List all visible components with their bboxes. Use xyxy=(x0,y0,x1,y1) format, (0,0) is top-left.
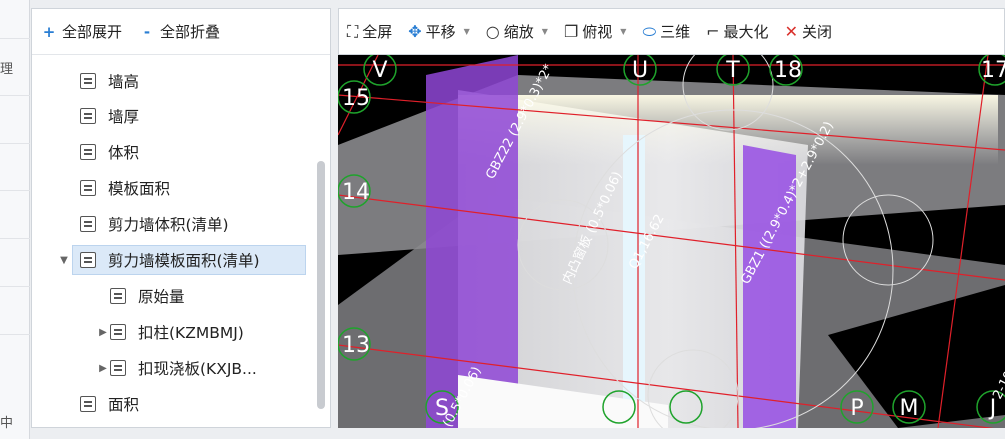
tree-item[interactable]: 原始量 xyxy=(110,281,185,311)
collapsed-arrow-icon[interactable]: ▶ xyxy=(96,327,110,338)
maximize-icon: ⌐ xyxy=(706,22,720,41)
tree-item[interactable]: ▶ 扣柱(KZMBMJ) xyxy=(99,317,244,347)
collapse-all-label: 全部折叠 xyxy=(160,23,221,41)
expanded-arrow-icon[interactable]: ▼ xyxy=(57,255,71,266)
tree-item-label: 墙厚 xyxy=(108,108,140,126)
tree-item[interactable]: 面积 xyxy=(80,389,139,419)
top-view-label: 俯视 xyxy=(582,23,613,41)
parent-window-fragment: 理 xyxy=(0,62,14,77)
fullscreen-label: 全屏 xyxy=(362,23,393,41)
document-icon xyxy=(80,73,96,89)
axis-label-left: 14 xyxy=(342,180,370,205)
axis-label-top: T xyxy=(725,58,740,83)
calculation-tree-panel: + 全部展开 - 全部折叠 墙高 墙厚 体积 模板面积 剪力墙体积(清单) ▼ … xyxy=(31,8,331,428)
document-icon xyxy=(110,288,126,304)
three-d-button[interactable]: ⬭ 三维 xyxy=(642,21,690,42)
tree-scrollbar[interactable] xyxy=(317,161,325,409)
axis-label-bottom: P xyxy=(850,396,863,421)
close-label: 关闭 xyxy=(801,23,832,41)
close-icon: ✕ xyxy=(784,22,798,41)
three-d-label: 三维 xyxy=(660,23,691,41)
tree-item[interactable]: 体积 xyxy=(80,137,139,167)
expand-all-button[interactable]: + 全部展开 xyxy=(42,21,122,42)
pan-move-icon: ✥ xyxy=(408,22,422,41)
chevron-down-icon[interactable]: ▼ xyxy=(620,27,626,36)
view-toolbar: ⛶ 全屏 ✥ 平移 ▼ ○ 缩放 ▼ ❐ 俯视 ▼ ⬭ 三维 ⌐ 最大化 ✕ 关… xyxy=(338,8,1005,55)
axis-label-bottom: J xyxy=(988,396,997,421)
document-icon xyxy=(80,396,96,412)
tree-item[interactable]: ▶ 扣现浇板(KXJB... xyxy=(99,353,257,383)
chevron-down-icon[interactable]: ▼ xyxy=(542,27,548,36)
maximize-label: 最大化 xyxy=(723,23,769,41)
zoom-button[interactable]: ○ 缩放 ▼ xyxy=(486,21,548,42)
document-icon xyxy=(80,216,96,232)
tree-list: 墙高 墙厚 体积 模板面积 剪力墙体积(清单) ▼ 剪力墙模板面积(清单) 原始… xyxy=(32,56,330,427)
close-view-button[interactable]: ✕ 关闭 xyxy=(785,21,832,42)
tree-toolbar: + 全部展开 - 全部折叠 xyxy=(32,9,330,55)
maximize-button[interactable]: ⌐ 最大化 xyxy=(706,21,768,42)
tree-item-selected[interactable]: ▼ 剪力墙模板面积(清单) xyxy=(60,245,306,275)
tree-item[interactable]: 剪力墙体积(清单) xyxy=(80,209,229,239)
pan-button[interactable]: ✥ 平移 ▼ xyxy=(408,21,470,42)
axis-label-top: 17 xyxy=(981,58,1005,83)
collapsed-arrow-icon[interactable]: ▶ xyxy=(96,363,110,374)
tree-item[interactable]: 墙厚 xyxy=(80,101,139,131)
document-icon xyxy=(80,180,96,196)
tree-item[interactable]: 模板面积 xyxy=(80,173,170,203)
tree-item-label: 墙高 xyxy=(108,73,140,91)
expand-plus-icon: + xyxy=(42,22,56,41)
parent-window-strip: 理 中 xyxy=(0,0,30,439)
collapse-minus-icon: - xyxy=(143,22,151,41)
parent-window-fragment: 中 xyxy=(0,416,14,431)
tree-item-label: 扣柱(KZMBMJ) xyxy=(138,324,244,342)
axis-label-top: 18 xyxy=(774,58,802,83)
tree-item-label: 扣现浇板(KXJB... xyxy=(138,360,257,378)
tree-item[interactable]: 墙高 xyxy=(80,66,139,96)
axis-label-left: 15 xyxy=(342,86,370,111)
axis-label-top: U xyxy=(632,58,648,83)
axis-label-bottom: M xyxy=(900,396,919,421)
cube-icon: ❐ xyxy=(563,22,579,41)
document-icon xyxy=(80,144,96,160)
tree-item-label: 剪力墙体积(清单) xyxy=(108,216,229,234)
magnifier-icon: ○ xyxy=(485,22,500,41)
axis-label-left: 13 xyxy=(342,333,370,358)
tree-item-label: 面积 xyxy=(108,396,140,414)
document-icon xyxy=(80,108,96,124)
tree-item-label: 体积 xyxy=(108,144,140,162)
tree-item-label: 模板面积 xyxy=(108,180,171,198)
collapse-all-button[interactable]: - 全部折叠 xyxy=(140,21,220,42)
3d-viewport[interactable]: V U T 18 17 15 14 13 S P M J GBZ22 (2.9*… xyxy=(338,55,1005,428)
zoom-label: 缩放 xyxy=(503,23,534,41)
fullscreen-icon: ⛶ xyxy=(347,21,359,41)
chevron-down-icon[interactable]: ▼ xyxy=(464,27,470,36)
tree-item-label: 剪力墙模板面积(清单) xyxy=(108,252,260,270)
fullscreen-button[interactable]: ⛶ 全屏 xyxy=(347,21,392,42)
viewport-canvas[interactable]: V U T 18 17 15 14 13 S P M J GBZ22 (2.9*… xyxy=(338,55,1005,428)
document-icon xyxy=(110,360,126,376)
tree-item-label: 原始量 xyxy=(138,288,185,306)
pan-label: 平移 xyxy=(425,23,456,41)
expand-all-label: 全部展开 xyxy=(62,23,123,41)
sphere-icon: ⬭ xyxy=(642,21,657,41)
axis-label-top: V xyxy=(372,58,387,83)
document-icon xyxy=(80,252,96,268)
app-root: 理 中 + 全部展开 - 全部折叠 墙高 墙厚 体积 模板面积 剪力墙体积(清单… xyxy=(0,0,1005,439)
top-view-button[interactable]: ❐ 俯视 ▼ xyxy=(564,21,627,42)
document-icon xyxy=(110,324,126,340)
